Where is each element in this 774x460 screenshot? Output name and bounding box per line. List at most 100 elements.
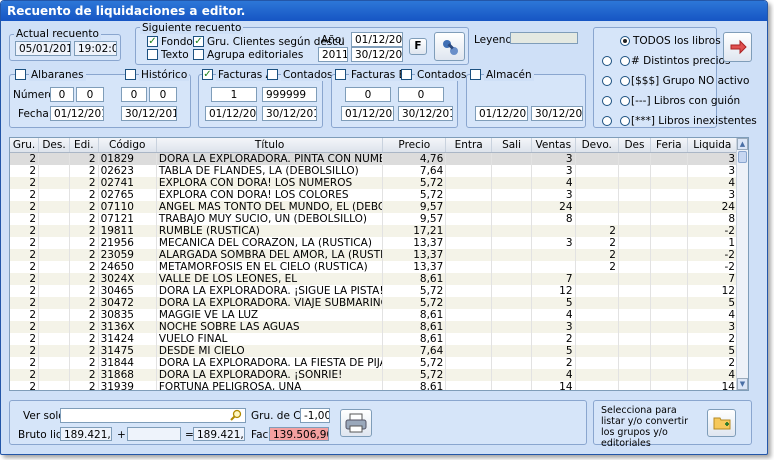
table-row[interactable]: 2 2 31868 DORA LA EXPLORADORA. ¡SONRIE! 5,72…: [10, 368, 739, 381]
column-header[interactable]: Des.: [38, 138, 70, 153]
facturas-a-date1[interactable]: 01/12/2011: [205, 106, 257, 121]
table-row[interactable]: 2 2 30465 DORA LA EXPLORADORA. ¡SIGUE LA PI…: [10, 284, 739, 297]
albaranes-num2[interactable]: 0: [76, 87, 104, 102]
vertical-scrollbar[interactable]: ▲ ▼: [736, 138, 748, 390]
albaranes-fecha-from[interactable]: 01/12/2011: [50, 106, 104, 121]
ver-solo-input[interactable]: [60, 408, 246, 423]
column-header[interactable]: Precio: [382, 138, 447, 153]
table-row[interactable]: 2 2 19811 RUMBLE (RUSTICA) 17,21 2 -2: [10, 224, 739, 237]
table-cell: [445, 164, 493, 177]
print-button[interactable]: [340, 409, 372, 437]
f-button[interactable]: F: [409, 38, 427, 55]
historico-checkbox[interactable]: [125, 69, 136, 80]
facturas-b-num2[interactable]: 0: [398, 87, 444, 102]
facturas-b-contados-checkbox[interactable]: [401, 69, 412, 80]
table-cell: 2: [69, 152, 99, 165]
facturas-a-num1[interactable]: 1: [211, 87, 257, 102]
column-header[interactable]: Ventas: [531, 138, 576, 153]
table-row[interactable]: 2 2 31424 VUELO FINAL 8,61 2 2: [10, 332, 739, 345]
facturas-b-num1[interactable]: 0: [345, 87, 391, 102]
column-header[interactable]: Edi.: [69, 138, 99, 153]
facturas-b-checkbox[interactable]: [335, 69, 346, 80]
facturas-a-checkbox[interactable]: ✓: [202, 69, 213, 80]
siguiente-date-to[interactable]: 30/12/2011: [351, 47, 403, 62]
facturas-b-date2[interactable]: 30/12/2011: [398, 106, 453, 121]
column-header[interactable]: Código: [98, 138, 157, 153]
table-cell: 2: [69, 248, 99, 261]
table-cell: [650, 368, 688, 381]
option-checkbox-1[interactable]: [620, 56, 630, 66]
option-radio-0[interactable]: [620, 36, 630, 46]
table-row[interactable]: 2 2 07110 ANGEL MAS TONTO DEL MUNDO, EL (DE…: [10, 200, 739, 213]
option-radio-1[interactable]: [602, 56, 612, 66]
table-row[interactable]: 2 2 30472 DORA LA EXPLORADORA. VIAJE SUBMAR…: [10, 296, 739, 309]
column-header[interactable]: Devo.: [575, 138, 619, 153]
table-cell: VUELO FINAL: [156, 332, 384, 345]
table-cell: [575, 200, 619, 213]
albaranes-num4[interactable]: 0: [149, 87, 177, 102]
column-header[interactable]: Des: [618, 138, 651, 153]
facturas-a-date2[interactable]: 30/12/2011: [262, 106, 317, 121]
facturas-a-num2[interactable]: 999999: [262, 87, 317, 102]
table-row[interactable]: 2 2 24650 METAMORFOSIS EN EL CIELO (RUSTICA…: [10, 260, 739, 273]
texto-checkbox[interactable]: [147, 49, 158, 60]
anio-input[interactable]: 2011: [318, 47, 348, 62]
option-radio-4[interactable]: [602, 116, 612, 126]
table-cell: 24: [531, 200, 576, 213]
fondo-checkbox[interactable]: ✓: [147, 36, 158, 47]
table-row[interactable]: 2 2 02765 EXPLORA CON DORA! LOS COLORES 5,72…: [10, 188, 739, 201]
option-checkbox-3[interactable]: [620, 96, 630, 106]
siguiente-date-from[interactable]: 01/12/2011: [351, 32, 403, 47]
column-header[interactable]: Liquida: [687, 138, 739, 153]
scroll-down-arrow-icon[interactable]: ▼: [737, 378, 748, 390]
table-row[interactable]: 2 2 01829 DORA LA EXPLORADORA. PINTA CON NU…: [10, 152, 739, 165]
table-row[interactable]: 2 2 21956 MECANICA DEL CORAZON, LA (RUSTICA…: [10, 236, 739, 249]
almacen-checkbox[interactable]: [470, 69, 481, 80]
almacen-date2[interactable]: 30/12/2011: [531, 106, 583, 121]
table-row[interactable]: 2 2 31939 FORTUNA PELIGROSA, UNA 8,61 14 14: [10, 380, 739, 390]
almacen-date1[interactable]: 01/12/2011: [475, 106, 528, 121]
option-checkbox-4[interactable]: [620, 116, 630, 126]
albaranes-checkbox[interactable]: [15, 69, 26, 80]
gru-clientes-checkbox[interactable]: ✓: [193, 36, 204, 47]
search-icon[interactable]: [230, 409, 243, 422]
table-row[interactable]: 2 2 30835 MAGGIE VE LA LUZ 8,61 4 4: [10, 308, 739, 321]
table-cell: TABLA DE FLANDES, LA (DEBOLSILLO): [156, 164, 384, 177]
facturas-b-date1[interactable]: 01/12/2011: [341, 106, 394, 121]
scroll-up-arrow-icon[interactable]: ▲: [737, 138, 748, 150]
table-row[interactable]: 2 2 31844 DORA LA EXPLORADORA. LA FIESTA DE…: [10, 356, 739, 369]
scroll-thumb[interactable]: [738, 151, 747, 163]
tools-button[interactable]: [434, 32, 465, 61]
table-cell: 2: [687, 332, 739, 345]
column-header[interactable]: Gru.: [10, 138, 40, 153]
table-row[interactable]: 2 2 31475 DESDE MI CIELO 7,64 5 5: [10, 344, 739, 357]
column-header[interactable]: Sali: [491, 138, 533, 153]
table-cell: EXPLORA CON DORA! LOS NUMEROS: [156, 176, 384, 189]
facturas-a-contados-checkbox[interactable]: [267, 69, 278, 80]
gru-clien-input[interactable]: -1,00: [300, 408, 330, 423]
table-cell: [618, 272, 651, 285]
option-checkbox-2[interactable]: [620, 76, 630, 86]
agrupa-checkbox[interactable]: [193, 49, 204, 60]
option-radio-2[interactable]: [602, 76, 612, 86]
table-row[interactable]: 2 2 07121 TRABAJO MUY SUCIO, UN (DEBOLSILLO…: [10, 212, 739, 225]
table-row[interactable]: 2 2 3024X VALLE DE LOS LEONES, EL 8,61 7 7: [10, 272, 739, 285]
convert-button[interactable]: [707, 409, 736, 437]
column-header[interactable]: Entra: [445, 138, 493, 153]
exit-button[interactable]: [723, 32, 752, 62]
table-cell: [38, 284, 70, 297]
table-row[interactable]: 2 2 23059 ALARGADA SOMBRA DEL AMOR, LA (RUS…: [10, 248, 739, 261]
table-row[interactable]: 2 2 02623 TABLA DE FLANDES, LA (DEBOLSILLO)…: [10, 164, 739, 177]
albaranes-num1[interactable]: 0: [50, 87, 74, 102]
albaranes-fecha-to[interactable]: 30/12/2011: [121, 106, 177, 121]
column-header[interactable]: Feria: [650, 138, 688, 153]
table-row[interactable]: 2 2 3136X NOCHE SOBRE LAS AGUAS 8,61 3 3: [10, 320, 739, 333]
column-header[interactable]: Título: [156, 138, 384, 153]
albaranes-num3[interactable]: 0: [121, 87, 147, 102]
table-cell: [491, 296, 533, 309]
option-radio-3[interactable]: [602, 96, 612, 106]
table-cell: 2: [10, 368, 40, 381]
table-cell: DORA LA EXPLORADORA. LA FIESTA DE PIJAMA: [156, 356, 384, 369]
liquidaciones-table[interactable]: Gru. Des. Edi. Código Título Precio Entra Sali V…: [9, 137, 749, 391]
table-row[interactable]: 2 2 02741 EXPLORA CON DORA! LOS NUMEROS 5,72…: [10, 176, 739, 189]
